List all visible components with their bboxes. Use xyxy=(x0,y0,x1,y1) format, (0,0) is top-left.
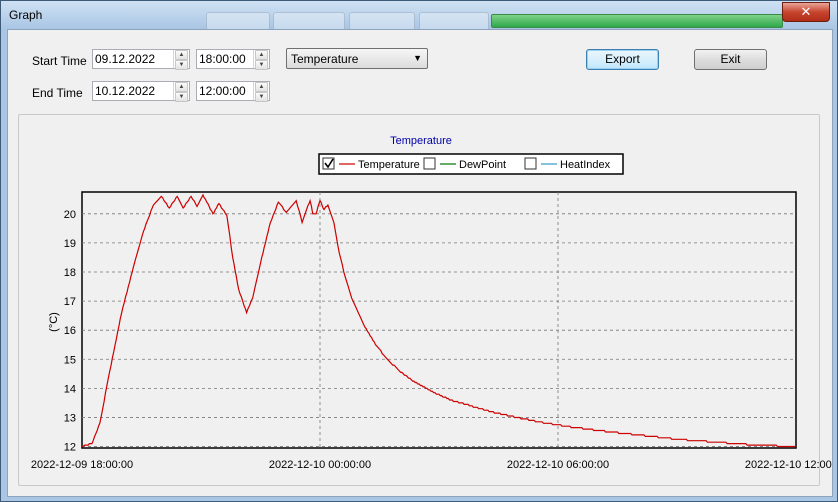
y-tick-label: 13 xyxy=(64,412,76,424)
legend-label: DewPoint xyxy=(459,159,506,171)
y-tick-label: 16 xyxy=(64,325,76,337)
chart-legend: Temperature DewPoint HeatIndex xyxy=(318,153,624,175)
close-button[interactable]: ✕ xyxy=(782,2,830,22)
x-tick-label: 2022-12-10 12:00:00 xyxy=(745,459,832,471)
legend-label: HeatIndex xyxy=(560,159,611,171)
legend-checkbox[interactable] xyxy=(524,157,537,170)
legend-checkbox[interactable] xyxy=(423,157,436,170)
y-tick-label: 12 xyxy=(64,442,76,454)
x-tick-label: 2022-12-10 06:00:00 xyxy=(507,459,609,471)
x-tick-label: 2022-12-09 18:00:00 xyxy=(31,459,133,471)
x-tick-label: 2022-12-10 00:00:00 xyxy=(269,459,371,471)
temperature-chart: Temperature Temperature DewPoint HeatIndex… xyxy=(31,135,832,471)
y-tick-label: 17 xyxy=(64,296,76,308)
y-tick-label: 18 xyxy=(64,267,76,279)
plot-area xyxy=(81,191,797,449)
legend-label: Temperature xyxy=(358,159,420,171)
title-bar[interactable]: Graph ✕ xyxy=(1,1,837,31)
y-tick-label: 15 xyxy=(64,354,76,366)
client-area: Start Time ▲ ▼ ▲ ▼ End Time ▲ ▼ xyxy=(7,29,833,497)
y-axis-label: (°C) xyxy=(48,312,60,332)
chart-title: Temperature xyxy=(390,135,452,147)
y-tick-label: 14 xyxy=(64,383,76,395)
graph-window: Graph ✕ Start Time ▲ ▼ ▲ ▼ End Time xyxy=(0,0,838,502)
y-tick-label: 20 xyxy=(64,209,76,221)
background-progress-bar xyxy=(491,14,783,28)
close-icon: ✕ xyxy=(800,4,812,19)
y-tick-label: 19 xyxy=(64,238,76,250)
window-title: Graph xyxy=(9,8,43,22)
